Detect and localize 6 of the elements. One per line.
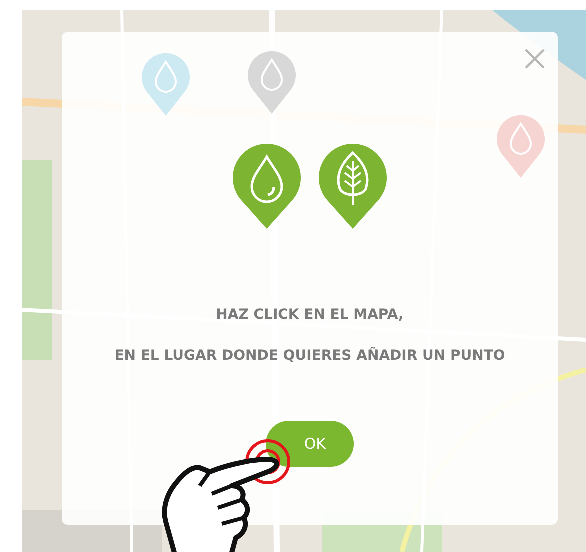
ok-button[interactable]: OK [266,421,354,467]
water-drop-pin-icon[interactable] [232,143,302,229]
instruction-text: HAZ CLICK EN EL MAPA, [216,307,404,323]
close-icon[interactable] [524,48,546,70]
leaf-pin-icon[interactable] [318,143,388,229]
instruction-text: EN EL LUGAR DONDE QUIERES AÑADIR UN PUNTO [114,348,506,364]
